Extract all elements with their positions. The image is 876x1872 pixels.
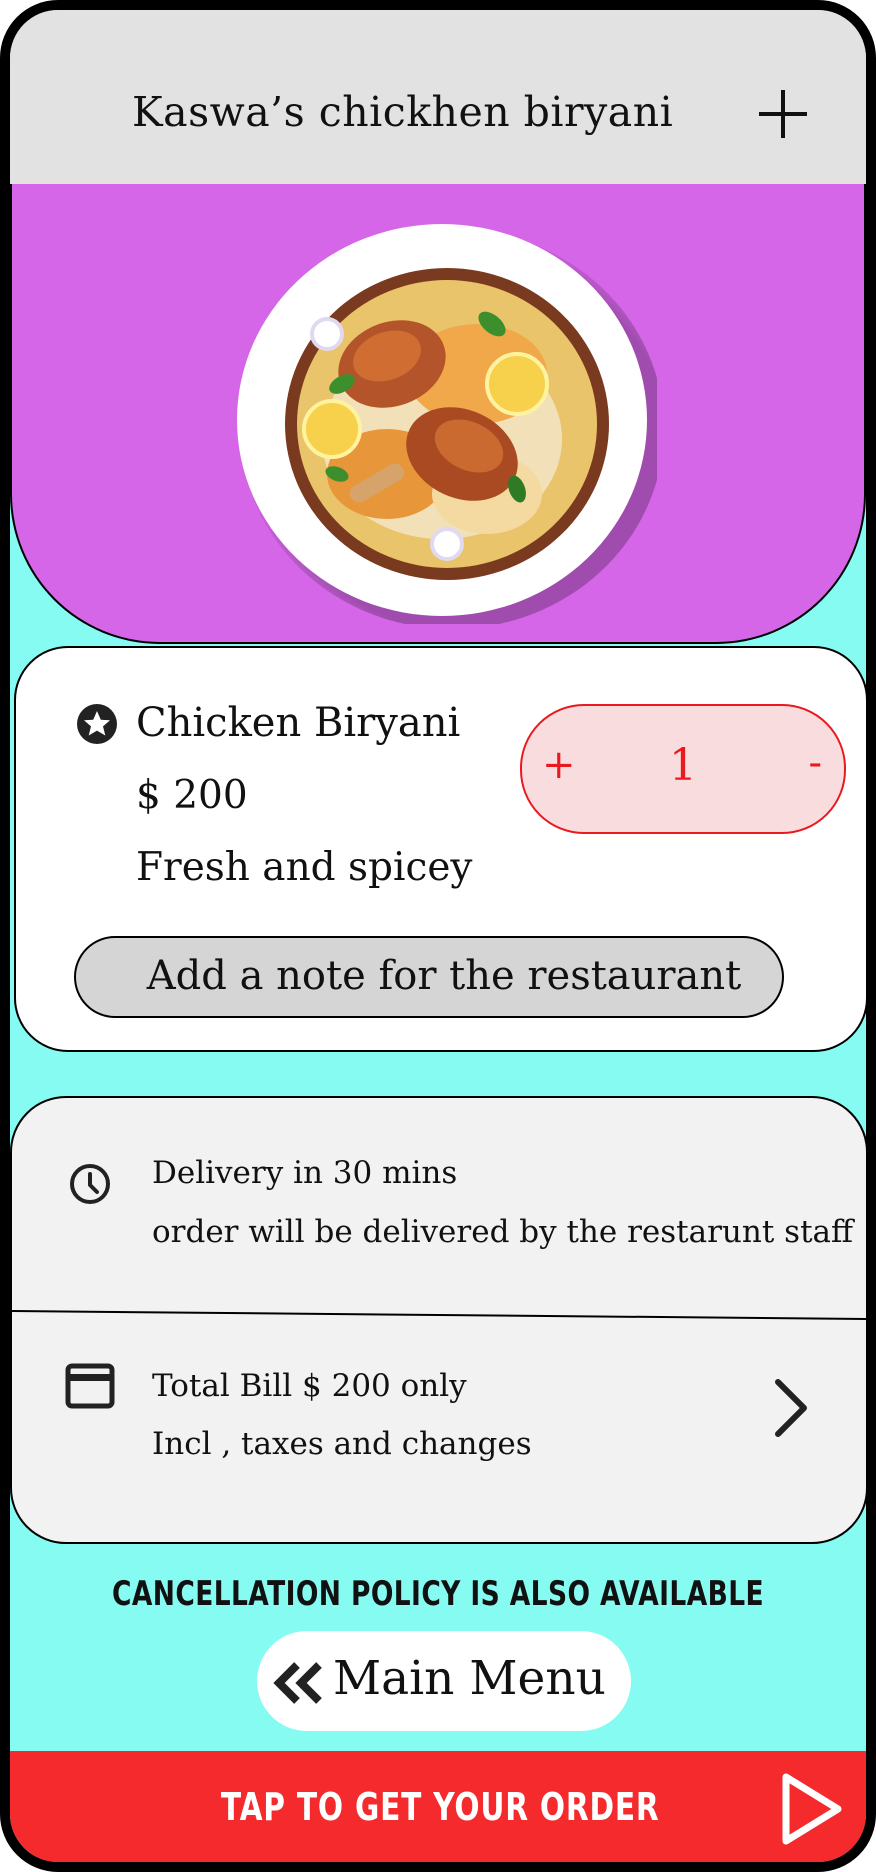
main-menu-label: Main Menu <box>333 1651 606 1706</box>
star-icon <box>77 704 117 744</box>
cancellation-policy-text[interactable]: CANCELLATION POLICY IS ALSO AVAILABLE <box>104 1574 772 1614</box>
bill-total: Total Bill $ 200 only <box>152 1368 467 1404</box>
order-info-card: Delivery in 30 mins order will be delive… <box>10 1096 866 1544</box>
header-bar: Kaswa’s chickhen biryani <box>10 10 866 186</box>
play-icon[interactable] <box>778 1771 844 1847</box>
bill-note: Incl , taxes and changes <box>152 1426 532 1462</box>
item-description: Fresh and spicey <box>136 845 473 890</box>
add-note-button[interactable]: Add a note for the restaurant <box>74 936 784 1018</box>
quantity-stepper[interactable]: + 1 - <box>520 704 846 834</box>
phone-frame: Kaswa’s chickhen biryani Chicken Biryani… <box>0 0 876 1872</box>
double-chevron-left-icon <box>273 1662 322 1704</box>
item-name: Chicken Biryani <box>136 700 461 746</box>
item-card: Chicken Biryani $ 200 Fresh and spicey +… <box>14 646 866 1052</box>
credit-card-icon <box>65 1363 115 1409</box>
quantity-value: 1 <box>669 740 697 791</box>
quantity-decrement-button[interactable]: - <box>808 740 822 786</box>
get-order-button[interactable]: TAP TO GET YOUR ORDER <box>10 1751 866 1862</box>
hero-banner <box>10 184 866 644</box>
bill-summary-row[interactable]: Total Bill $ 200 only Incl , taxes and c… <box>12 1310 866 1542</box>
biryani-plate-image <box>237 224 657 624</box>
item-price: $ 200 <box>136 773 248 818</box>
page-title: Kaswa’s chickhen biryani <box>132 88 674 136</box>
plus-icon[interactable] <box>755 86 811 142</box>
main-menu-button[interactable]: Main Menu <box>257 1631 631 1731</box>
get-order-label: TAP TO GET YOUR ORDER <box>220 1785 660 1829</box>
chevron-right-icon[interactable] <box>770 1378 810 1438</box>
